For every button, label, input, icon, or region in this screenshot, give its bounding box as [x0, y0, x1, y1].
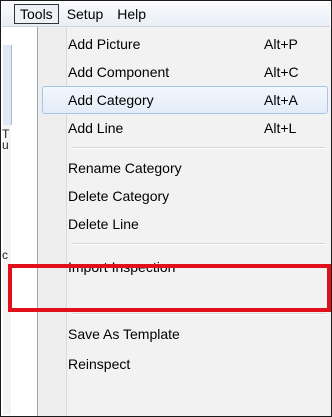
menu-item-label: Delete Category [68, 188, 170, 204]
menu-item-label: Rename Category [68, 160, 182, 176]
menu-separator [72, 313, 326, 315]
window-frame: T u c Tools Setup Help Add Picture Alt+P… [0, 0, 332, 417]
menu-item-delete-line[interactable]: Delete Line [42, 210, 328, 238]
menu-item-rename-category[interactable]: Rename Category [42, 154, 328, 182]
background-content [3, 125, 11, 415]
menubar-tools[interactable]: Tools [14, 4, 59, 24]
menu-item-label: Add Component [68, 64, 170, 80]
background-text-fragment: u [2, 138, 9, 152]
menu-item-add-picture[interactable]: Add Picture Alt+P [42, 30, 328, 58]
menu-item-label: Add Category [68, 92, 154, 108]
menu-item-shortcut: Alt+L [264, 120, 297, 136]
background-text-fragment: c [2, 248, 8, 262]
menu-item-import-inspection[interactable]: Import Inspection [42, 253, 328, 281]
menu-item-shortcut: Alt+P [264, 36, 298, 52]
menu-item-reinspect[interactable]: Reinspect [42, 350, 328, 378]
menu-item-delete-category[interactable]: Delete Category [42, 182, 328, 210]
menu-item-save-as-template[interactable]: Save As Template [42, 320, 328, 348]
menu-item-add-category[interactable]: Add Category Alt+A [42, 86, 328, 114]
tools-dropdown-menu: Add Picture Alt+P Add Component Alt+C Ad… [37, 27, 331, 416]
menu-item-add-line[interactable]: Add Line Alt+L [42, 114, 328, 142]
menu-separator [72, 243, 326, 245]
menu-item-label: Reinspect [68, 356, 131, 372]
menu-item-label: Delete Line [68, 216, 139, 232]
menu-bar: Tools Setup Help [2, 2, 330, 27]
menubar-setup[interactable]: Setup [61, 4, 110, 24]
menu-item-label: Add Picture [68, 36, 141, 52]
menu-item-shortcut: Alt+A [264, 92, 298, 108]
menubar-help[interactable]: Help [111, 4, 152, 24]
menu-item-add-component[interactable]: Add Component Alt+C [42, 58, 328, 86]
menu-item-label: Import Inspection [68, 259, 176, 275]
menu-item-label: Add Line [68, 120, 124, 136]
menu-item-label: Save As Template [68, 326, 180, 342]
menu-item-shortcut: Alt+C [264, 64, 299, 80]
background-panel [3, 45, 12, 125]
menu-separator [72, 147, 326, 149]
